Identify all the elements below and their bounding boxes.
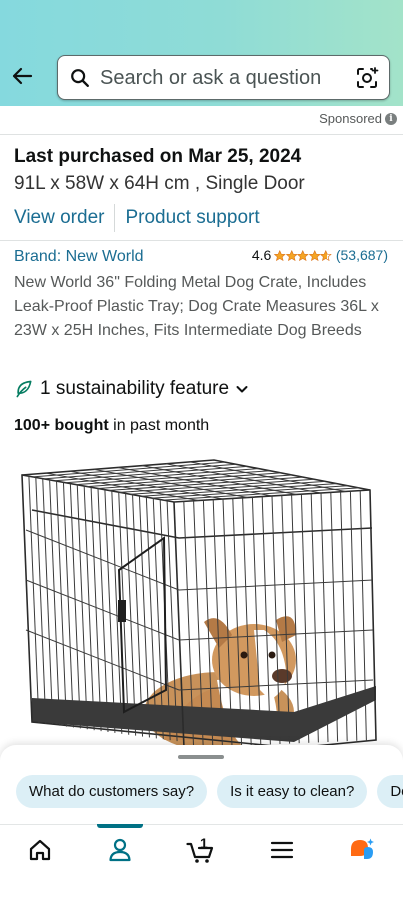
order-links: View order Product support — [14, 204, 260, 232]
purchased-variant: 91L x 58W x 64H cm , Single Door — [14, 173, 305, 194]
bought-count: 100+ bought — [14, 417, 109, 434]
rating-count[interactable]: (53,687) — [336, 247, 388, 263]
tab-cart[interactable]: 1 — [170, 825, 230, 875]
tab-menu[interactable] — [252, 825, 312, 875]
sponsored-text: Sponsored — [319, 111, 382, 126]
star-rating — [274, 249, 332, 261]
brand-link[interactable]: Brand: New World — [14, 248, 144, 266]
star-icon — [274, 249, 286, 261]
info-icon: i — [385, 112, 397, 125]
search-icon — [71, 69, 89, 87]
sustainability-toggle[interactable]: 1 sustainability feature — [14, 378, 249, 400]
chip-more[interactable]: Do — [377, 775, 403, 808]
chevron-down-icon — [236, 386, 248, 393]
question-chips: What do customers say? Is it easy to cle… — [16, 775, 403, 808]
search-input[interactable] — [100, 64, 350, 92]
product-support-link[interactable]: Product support — [125, 207, 259, 229]
menu-icon — [270, 841, 294, 859]
divider — [0, 134, 403, 135]
back-arrow-icon — [12, 67, 33, 85]
rating-summary[interactable]: 4.6 (53,687) — [252, 247, 388, 263]
rating-value: 4.6 — [251, 247, 272, 263]
sponsored-label[interactable]: Sponsored i — [319, 111, 397, 126]
link-separator — [114, 204, 116, 232]
top-header — [0, 0, 403, 106]
sustainability-label: 1 sustainability feature — [40, 378, 230, 399]
leaf-icon — [16, 380, 32, 398]
assistant-icon — [351, 838, 374, 859]
bought-in-past-month: 100+ bought in past month — [14, 417, 209, 435]
back-button[interactable] — [8, 62, 36, 90]
cart-count-badge: 1 — [200, 835, 208, 851]
search-bar[interactable] — [57, 55, 390, 100]
star-icon — [320, 249, 332, 261]
chip-customers-say[interactable]: What do customers say? — [16, 775, 208, 808]
bought-period: in past month — [108, 417, 210, 434]
tab-rufus-assistant[interactable] — [332, 825, 392, 875]
home-icon — [29, 839, 51, 861]
sheet-drag-handle[interactable] — [178, 755, 224, 759]
star-icon — [308, 249, 321, 261]
tab-account[interactable] — [90, 824, 150, 875]
star-icon — [285, 249, 298, 261]
product-image[interactable] — [14, 450, 390, 750]
tab-home[interactable] — [10, 825, 70, 875]
product-title[interactable]: New World 36" Folding Metal Dog Crate, I… — [14, 271, 384, 343]
star-icon — [297, 249, 309, 261]
user-icon — [109, 838, 131, 862]
divider — [0, 240, 403, 241]
view-order-link[interactable]: View order — [14, 207, 104, 229]
last-purchased-heading: Last purchased on Mar 25, 2024 — [14, 146, 302, 167]
camera-lens-icon[interactable] — [355, 66, 379, 90]
chip-easy-to-clean[interactable]: Is it easy to clean? — [217, 775, 368, 808]
bottom-tab-bar: 1 — [0, 824, 403, 897]
